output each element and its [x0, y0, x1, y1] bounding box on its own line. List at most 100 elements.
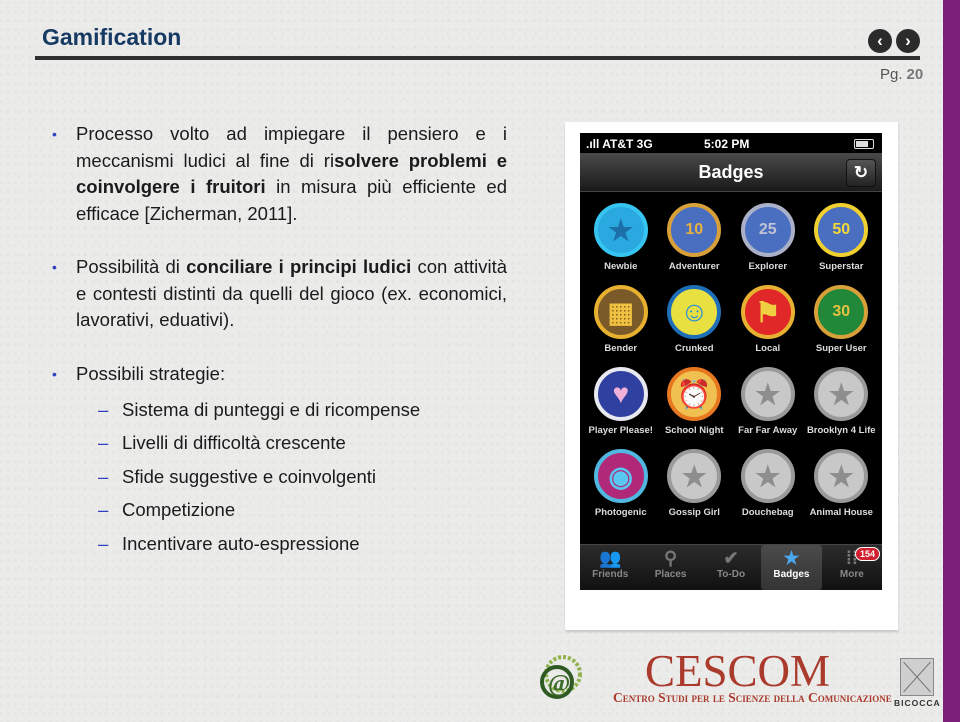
tab-more[interactable]: ⁞⁞ More 154 [822, 545, 882, 590]
refresh-icon: ↻ [853, 163, 869, 182]
badge-label: Douchebag [741, 507, 794, 518]
badge-item[interactable]: ★ Newbie [584, 203, 658, 283]
previous-slide-button[interactable]: ‹ [868, 29, 892, 53]
carrier-signal: .ıll AT&T 3G [586, 137, 653, 151]
bullet-icon: • [52, 365, 57, 382]
strategy-item: – Competizione [76, 493, 507, 526]
badge-item[interactable]: ▦ Bender [584, 285, 658, 365]
tab-badges[interactable]: ★ Badges [761, 545, 822, 590]
strategy-item: – Incentivare auto-espressione [76, 527, 507, 560]
dash-icon: – [98, 465, 109, 487]
badge-item[interactable]: ★ Animal House [805, 449, 879, 529]
bullet-list: • Processo volto ad impiegare il pensier… [52, 121, 507, 560]
badge-item[interactable]: 25 Explorer [731, 203, 805, 283]
badge-label: Newbie [604, 261, 638, 272]
badge-item[interactable]: ★ Far Far Away [731, 367, 805, 447]
badge-item[interactable]: ♥ Player Please! [584, 367, 658, 447]
places-icon: ⚲ [664, 548, 678, 568]
strategy-item: – Livelli di difficoltà crescente [76, 426, 507, 459]
phone-navbar: Badges ↻ [580, 153, 882, 192]
bullet-text: Possibili strategie: [76, 362, 226, 384]
badge-icon: 25 [740, 203, 795, 257]
badge-item[interactable]: ⏰ School Night [658, 367, 732, 447]
tab-places[interactable]: ⚲ Places [640, 545, 700, 590]
badge-icon: ◉ [593, 449, 648, 503]
bicocca-logo: BICOCCA [894, 654, 941, 712]
tab-to-do[interactable]: ✔ To-Do [701, 545, 761, 590]
badge-label: Super User [815, 343, 867, 354]
badge-item[interactable]: 10 Adventurer [658, 203, 732, 283]
text-segment-bold: conciliare i principi ludici [186, 256, 412, 277]
screen-title: Badges [698, 162, 764, 182]
badge-label: Crunked [674, 343, 714, 354]
badge-glyph: ★ [828, 378, 854, 410]
badge-item[interactable]: ⚑ Local [731, 285, 805, 365]
dash-icon: – [98, 399, 109, 420]
badge-icon: ⏰ [667, 367, 722, 421]
badge-item[interactable]: ☺ Crunked [658, 285, 732, 365]
tab-label: More [839, 569, 864, 580]
badge-item[interactable]: ★ Gossip Girl [658, 449, 732, 529]
page-prefix: Pg. [880, 66, 903, 83]
badge-icon: ★ [740, 449, 795, 503]
badge-grid: ★ Newbie 10 Adventurer 25 Explorer 50 Superstar… [580, 192, 882, 529]
badge-icon: ★ [667, 449, 722, 503]
globe-at-logo-icon: @ [540, 655, 582, 699]
tab-friends[interactable]: 👥 Friends [580, 545, 640, 590]
badge-item[interactable]: ★ Brooklyn 4 Life [805, 367, 879, 447]
badges-icon: ★ [783, 548, 800, 568]
friends-icon: 👥 [598, 548, 622, 568]
cescom-logo: CESCOM [645, 646, 831, 696]
dash-icon: – [98, 499, 109, 521]
badge-label: Photogenic [594, 507, 647, 518]
strategy-text: Sfide suggestive e coinvolgenti [122, 465, 377, 487]
badge-glyph: 25 [758, 221, 777, 238]
badge-icon: ⚑ [740, 285, 795, 339]
badge-glyph: ★ [681, 460, 707, 492]
side-accent-bar [943, 0, 960, 722]
badge-glyph: 30 [832, 303, 851, 320]
at-sign-icon: @ [548, 671, 570, 697]
tab-label: To-Do [716, 569, 746, 580]
page-indicator: Pg. 20 [880, 66, 923, 83]
badge-item[interactable]: 50 Superstar [805, 203, 879, 283]
badge-label: Superstar [819, 261, 864, 272]
badge-label: Animal House [809, 507, 873, 518]
bullet-item: • Possibili strategie: [52, 361, 507, 388]
strategy-list: – Sistema di punteggi e di ricompense – Li… [52, 393, 507, 560]
strategy-text: Incentivare auto-espressione [122, 532, 360, 554]
badge-label: School Night [664, 425, 724, 436]
refresh-button[interactable]: ↻ [846, 159, 876, 187]
page-number: 20 [906, 66, 924, 83]
tab-label: Friends [592, 569, 629, 580]
chevron-right-icon: › [905, 31, 911, 50]
badge-glyph: ★ [828, 460, 854, 492]
badge-glyph: 50 [832, 221, 851, 238]
badge-label: Player Please! [588, 425, 653, 436]
strategy-item: – Sistema di punteggi e di ricompense [76, 393, 507, 426]
university-name: BICOCCA [894, 698, 941, 708]
phone-tab-bar: 👥 Friends ⚲ Places ✔ To-Do ★ Badges ⁞⁞ More 154 [580, 544, 882, 590]
badge-icon: 30 [814, 285, 869, 339]
tab-label: Places [654, 569, 687, 580]
dash-icon: – [98, 432, 109, 454]
badge-label: Bender [604, 343, 638, 354]
chevron-left-icon: ‹ [877, 31, 883, 50]
badge-label: Brooklyn 4 Life [806, 425, 876, 436]
badge-item[interactable]: ◉ Photogenic [584, 449, 658, 529]
to-do-icon: ✔ [723, 548, 739, 568]
badge-glyph: ⏰ [676, 378, 712, 410]
badge-icon: 50 [814, 203, 869, 257]
next-slide-button[interactable]: › [896, 29, 920, 53]
badge-icon: ☺ [667, 285, 722, 339]
badge-icon: ★ [814, 367, 869, 421]
phone-screenshot: .ıll AT&T 3G 5:02 PM Badges ↻ ★ Newbie 10 A… [580, 133, 882, 590]
badge-item[interactable]: ★ Douchebag [731, 449, 805, 529]
status-bar: .ıll AT&T 3G 5:02 PM [580, 133, 882, 153]
badge-icon: ★ [740, 367, 795, 421]
badge-glyph: ★ [608, 214, 634, 246]
badge-glyph: ★ [755, 378, 781, 410]
badge-item[interactable]: 30 Super User [805, 285, 879, 365]
badge-label: Adventurer [668, 261, 720, 272]
badge-glyph: 10 [685, 221, 704, 238]
